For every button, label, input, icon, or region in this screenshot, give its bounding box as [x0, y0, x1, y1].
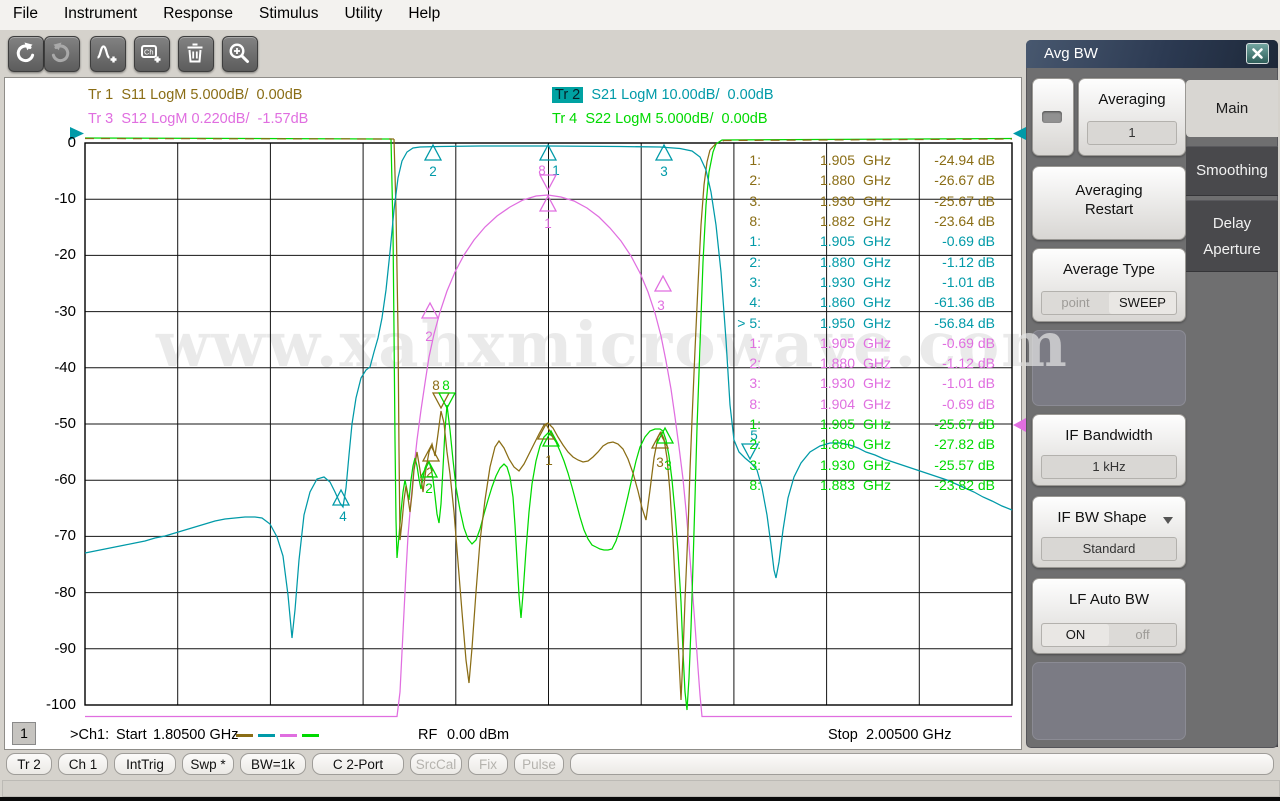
trace4-label[interactable]: Tr 4 S22 LogM 5.000dB/ 0.00dB [552, 111, 768, 127]
y-axis-label: -70 [54, 527, 76, 545]
marker-row: 8: 1.883 GHz -23.82 dB [749, 476, 995, 493]
trace3-swatch [280, 734, 297, 737]
trace2-swatch [258, 734, 275, 737]
marker-row: 8: 1.882 GHz -23.64 dB [749, 213, 995, 230]
marker-row: 3: 1.930 GHz -1.01 dB [749, 375, 995, 392]
marker-row: 2: 1.880 GHz -26.67 dB [749, 172, 995, 189]
y-axis-label: -100 [45, 696, 76, 713]
channel-indicator[interactable]: 1 [12, 722, 36, 745]
trace1-label[interactable]: Tr 1 S11 LogM 5.000dB/ 0.00dB [88, 87, 302, 103]
svg-text:2: 2 [425, 329, 433, 344]
svg-text:1: 1 [545, 453, 553, 468]
start-label: Start [116, 727, 147, 743]
y-axis-label: -80 [54, 583, 76, 601]
trace4-id: Tr 4 [552, 111, 578, 127]
trace1-desc: S11 LogM 5.000dB/ 0.00dB [121, 87, 303, 103]
svg-text:3: 3 [656, 455, 664, 470]
svg-text:4: 4 [339, 509, 347, 524]
marker-row: 3: 1.930 GHz -1.01 dB [749, 273, 995, 290]
rf-value[interactable]: 0.00 dBm [447, 727, 509, 743]
marker-row: 1: 1.905 GHz -24.94 dB [749, 152, 995, 169]
marker-row: > 5: 1.950 GHz -56.84 dB [737, 314, 995, 331]
y-axis-label: -30 [54, 302, 76, 320]
marker-row: 3: 1.930 GHz -25.57 dB [749, 456, 995, 473]
svg-text:8: 8 [442, 378, 450, 393]
y-axis-label: -60 [54, 471, 76, 489]
trace2-id: Tr 2 [552, 87, 584, 103]
svg-text:3: 3 [660, 164, 668, 179]
y-axis-label: -90 [54, 639, 76, 657]
y-axis-label: -40 [54, 358, 76, 376]
trace1-id: Tr 1 [88, 87, 114, 103]
marker-row: 1: 1.905 GHz -25.67 dB [749, 416, 995, 432]
svg-text:2: 2 [426, 465, 434, 480]
marker-row: 2: 1.880 GHz -27.82 dB [749, 436, 995, 453]
vna-window: File Instrument Response Stimulus Utility Hel… [0, 0, 1280, 801]
rf-label: RF [418, 727, 438, 743]
svg-text:8: 8 [538, 163, 546, 178]
trace2-desc: S21 LogM 10.00dB/ 0.00dB [591, 87, 774, 103]
start-value[interactable]: 1.80500 GHz [153, 727, 238, 743]
marker-row: 1: 1.905 GHz -0.69 dB [749, 334, 995, 351]
svg-text:2: 2 [429, 164, 437, 179]
svg-text:3: 3 [657, 298, 665, 313]
trace4-desc: S22 LogM 5.000dB/ 0.00dB [585, 111, 768, 127]
marker-row: 4: 1.860 GHz -61.36 dB [749, 294, 995, 311]
y-axis-label: -50 [54, 415, 76, 432]
marker-row: 2: 1.880 GHz -1.12 dB [749, 355, 995, 372]
trace3-desc: S12 LogM 0.220dB/ -1.57dB [121, 111, 309, 127]
trace2-label[interactable]: Tr 2 S21 LogM 10.00dB/ 0.00dB [552, 87, 774, 103]
y-axis-label: 0 [67, 134, 76, 151]
trace3-id: Tr 3 [88, 111, 114, 127]
y-axis-label: -20 [54, 246, 76, 264]
trace1-swatch [236, 734, 253, 737]
marker-row: 8: 1.904 GHz -0.69 dB [749, 395, 995, 412]
marker-row: 1: 1.905 GHz -0.69 dB [749, 233, 995, 250]
marker-row: 3: 1.930 GHz -25.67 dB [749, 192, 995, 209]
trace4-swatch [302, 734, 319, 737]
svg-text:1: 1 [544, 216, 552, 231]
trace3-label[interactable]: Tr 3 S12 LogM 0.220dB/ -1.57dB [88, 111, 308, 127]
svg-text:3: 3 [664, 458, 672, 473]
marker-table: 1: 1.905 GHz -24.94 dB 2: 1.880 GHz -26.67 dB 3:… [733, 150, 995, 495]
svg-text:2: 2 [425, 481, 433, 496]
stop-label: Stop [828, 727, 858, 743]
channel-prefix: >Ch1: [70, 727, 110, 743]
svg-text:8: 8 [432, 378, 440, 393]
y-axis-label: -10 [54, 190, 76, 208]
marker-row: 2: 1.880 GHz -1.12 dB [749, 253, 995, 270]
stop-value[interactable]: 2.00500 GHz [866, 727, 951, 743]
